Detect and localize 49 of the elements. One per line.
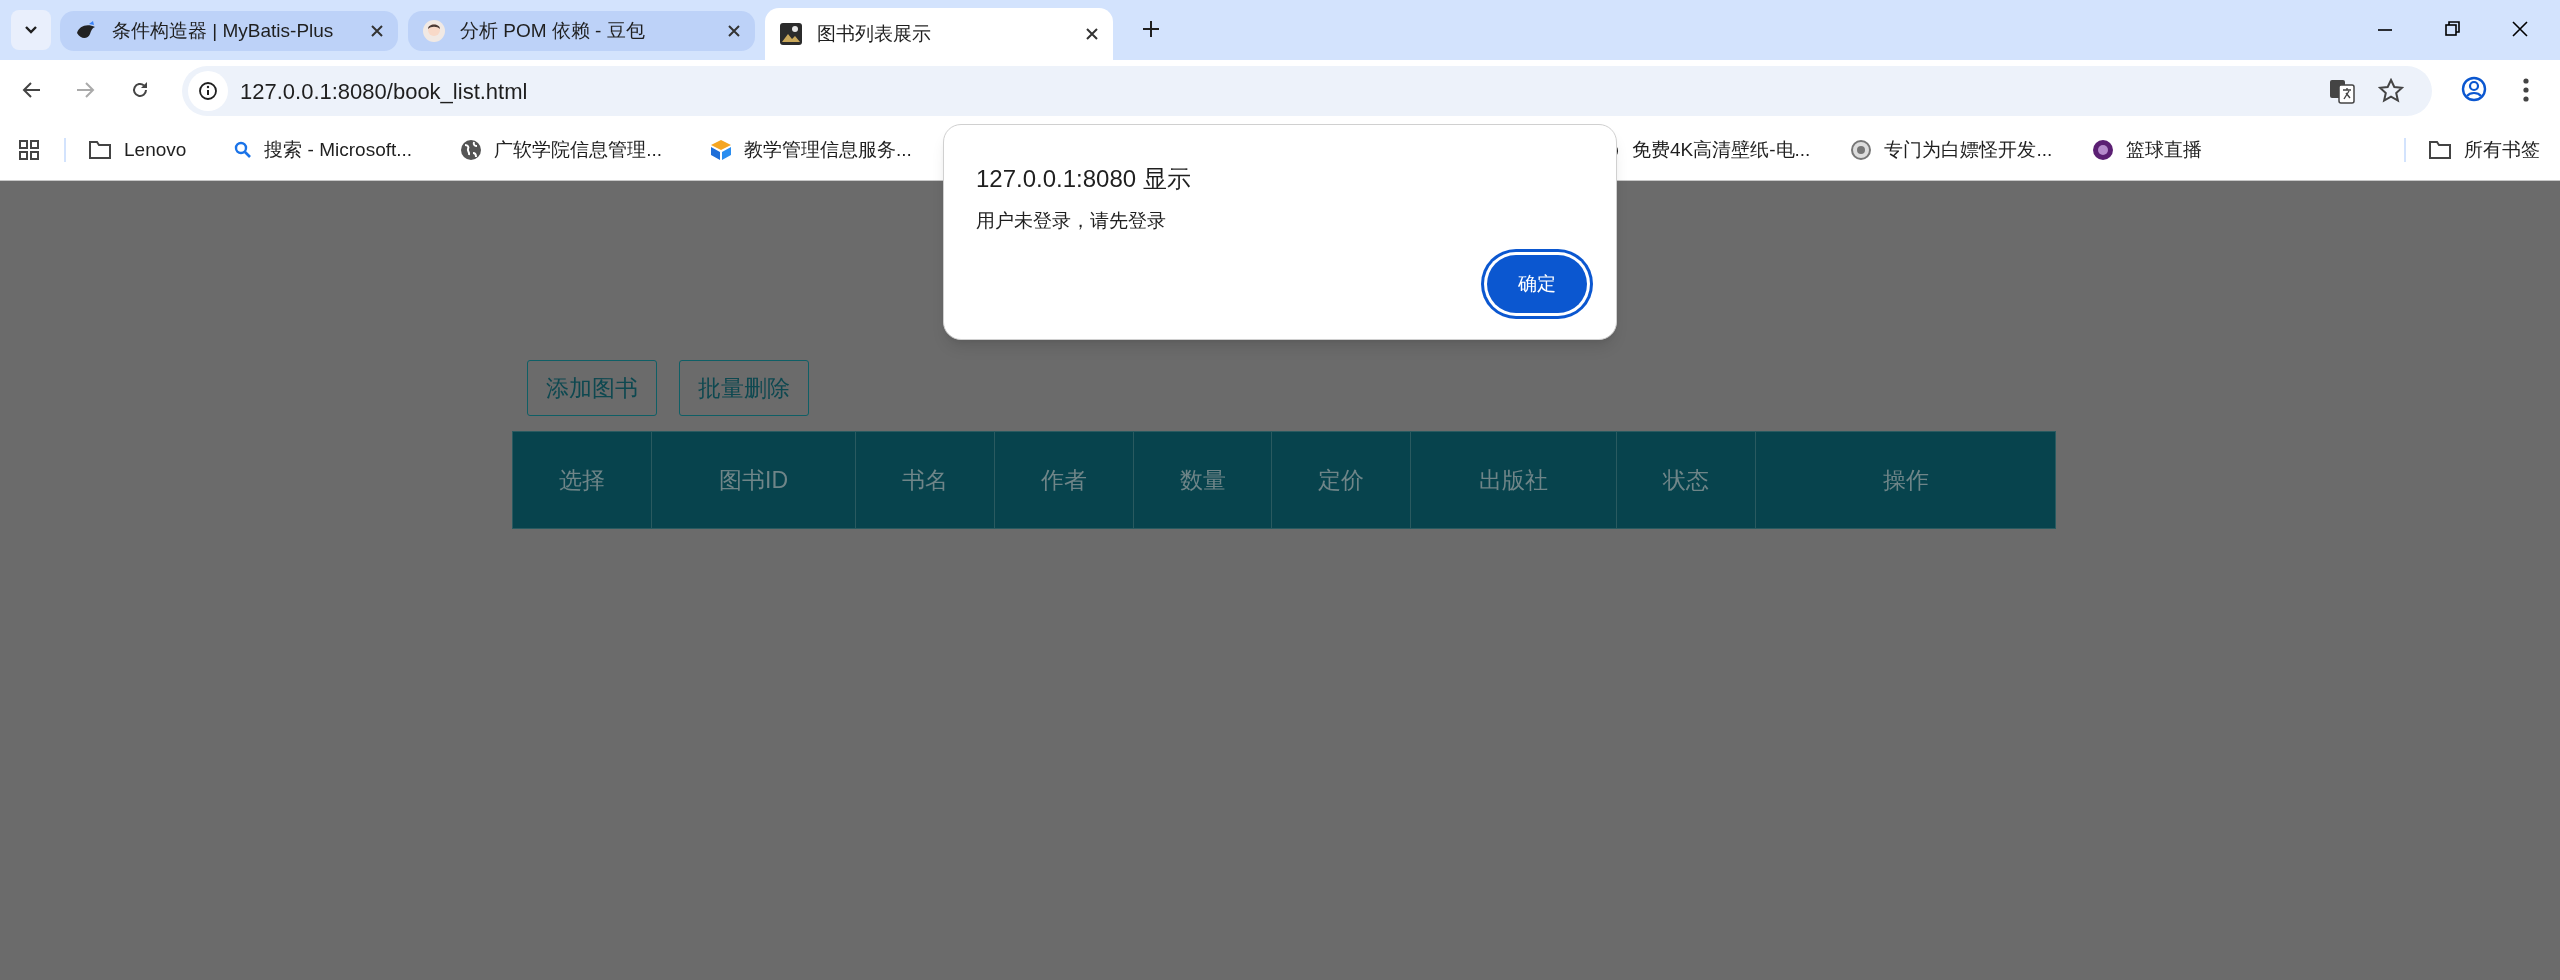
image-icon [779, 22, 803, 46]
bookmark-item[interactable]: 搜索 - Microsoft... [234, 130, 413, 170]
column-header: 选择 [512, 431, 652, 529]
apps-icon[interactable] [19, 140, 39, 160]
close-icon[interactable] [1085, 27, 1099, 41]
close-icon[interactable] [370, 24, 384, 38]
column-header: 图书ID [651, 431, 856, 529]
column-header: 数量 [1133, 431, 1272, 529]
bookmark-item[interactable]: 教学管理信息服务... [710, 130, 912, 170]
chevron-down-icon [24, 25, 38, 35]
bookmark-item[interactable]: 专门为白嫖怪开发... [1850, 130, 2053, 170]
close-icon[interactable] [727, 24, 741, 38]
restore-icon[interactable] [2444, 20, 2462, 38]
cube-logo-icon [710, 139, 732, 161]
profile-icon[interactable] [2461, 76, 2487, 102]
round-emblem-icon [2092, 139, 2115, 161]
column-header: 书名 [855, 431, 995, 529]
browser-tab[interactable]: 分析 POM 依赖 - 豆包 [408, 11, 755, 51]
bookmark-item[interactable]: Lenovo [88, 130, 187, 170]
search-icon [234, 141, 253, 159]
column-header: 出版社 [1410, 431, 1617, 529]
tab-title: 图书列表展示 [817, 21, 932, 46]
tab-title: 分析 POM 依赖 - 豆包 [460, 18, 646, 43]
reload-icon[interactable] [130, 80, 150, 100]
site-info-icon[interactable] [188, 71, 228, 111]
translate-icon[interactable] [2328, 77, 2356, 105]
menu-icon[interactable] [2522, 77, 2530, 103]
bookmark-item[interactable]: 篮球直播 [2092, 130, 2203, 170]
browser-tab[interactable]: 图书列表展示 [765, 8, 1113, 60]
folder-icon [2428, 140, 2452, 160]
address-bar[interactable]: 127.0.0.1:8080/book_list.html [182, 66, 2432, 116]
back-icon[interactable] [22, 80, 42, 100]
dialog-message: 用户未登录，请先登录 [976, 209, 1166, 233]
avatar-icon [422, 19, 446, 43]
dialog-title: 127.0.0.1:8080 显示 [976, 164, 1191, 194]
browser-tab[interactable]: 条件构造器 | MyBatis-Plus [60, 11, 398, 51]
badge-icon [1850, 139, 1873, 161]
column-header: 操作 [1755, 431, 2056, 529]
globe-icon [460, 139, 483, 161]
column-header: 定价 [1271, 431, 1411, 529]
folder-icon [88, 140, 112, 160]
tab-title: 条件构造器 | MyBatis-Plus [112, 18, 335, 43]
bookmark-item[interactable]: 广软学院信息管理... [460, 130, 662, 170]
column-header: 状态 [1616, 431, 1756, 529]
column-header: 作者 [994, 431, 1134, 529]
bookmark-folder[interactable]: 所有书签 [2428, 130, 2540, 170]
star-icon[interactable] [2378, 78, 2404, 104]
close-icon[interactable] [2511, 20, 2529, 38]
url-text: 127.0.0.1:8080/book_list.html [240, 77, 528, 106]
